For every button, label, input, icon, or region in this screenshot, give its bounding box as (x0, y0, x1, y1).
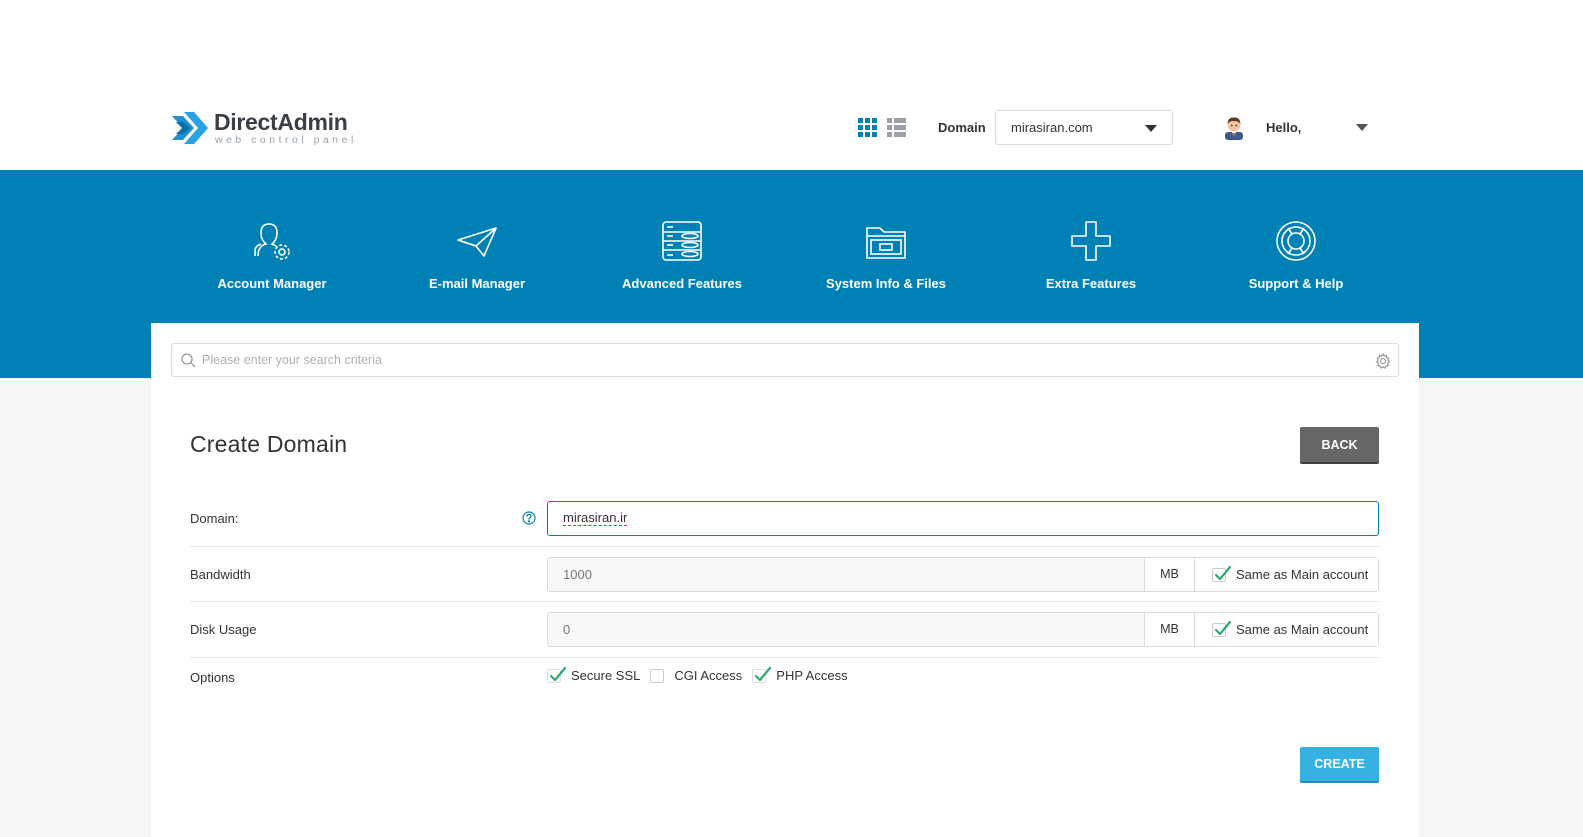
directadmin-logo[interactable]: DirectAdmin web control panel (170, 106, 357, 150)
cgi-access-checkbox[interactable]: CGI Access (650, 668, 742, 683)
nav-extra-features[interactable]: Extra Features (996, 218, 1186, 291)
nav-email-manager[interactable]: E-mail Manager (382, 218, 572, 291)
disk-usage-input-group: 0 MB Same as Main account (547, 612, 1379, 647)
back-button[interactable]: BACK (1300, 427, 1379, 462)
checkbox-label: Same as Main account (1236, 622, 1369, 637)
avatar (1225, 117, 1243, 140)
nav-account-manager[interactable]: Account Manager (177, 218, 367, 291)
list-view-icon[interactable] (887, 118, 906, 137)
user-greeting: Hello, (1266, 119, 1302, 135)
disk-usage-input[interactable]: 0 (548, 613, 1144, 646)
row-divider (190, 546, 1379, 547)
page-title: Create Domain (190, 431, 348, 457)
domain-selector-label: Domain (938, 120, 986, 135)
checkbox-unchecked-icon (650, 668, 665, 683)
nav-system-info-files[interactable]: System Info & Files (791, 218, 981, 291)
checkbox-label: Same as Main account (1236, 567, 1369, 582)
nav-label: E-mail Manager (428, 276, 526, 291)
top-header: DirectAdmin web control panel Domain mir… (0, 0, 1583, 170)
server-stack-icon (662, 221, 702, 261)
option-label: CGI Access (674, 668, 743, 683)
search-bar (171, 343, 1399, 377)
brand-tagline: web control panel (215, 134, 357, 146)
domain-field[interactable] (547, 501, 1379, 536)
disk-same-as-main-checkbox[interactable]: Same as Main account (1194, 613, 1378, 646)
account-manager-icon (254, 223, 290, 260)
checkbox-checked-icon (1212, 620, 1232, 637)
disk-usage-unit: MB (1144, 613, 1194, 646)
options-group: Secure SSL CGI Access PHP Access (547, 666, 858, 683)
paper-plane-icon (457, 227, 497, 257)
nav-label: Extra Features (1045, 276, 1137, 291)
domain-selector-value: mirasiran.com (1011, 120, 1093, 135)
help-icon[interactable] (522, 511, 536, 525)
disk-usage-label: Disk Usage (190, 622, 257, 637)
nav-advanced-features[interactable]: Advanced Features (587, 218, 777, 291)
nav-label: Support & Help (1248, 276, 1344, 291)
user-menu[interactable]: Hello, (1222, 114, 1301, 140)
row-divider (190, 601, 1379, 602)
view-toggle (858, 118, 906, 137)
php-access-checkbox[interactable]: PHP Access (752, 666, 848, 683)
domain-selector[interactable]: mirasiran.com (995, 110, 1173, 145)
content-panel: Create Domain BACK Domain: mirasiran.ir … (151, 323, 1419, 837)
nav-support-help[interactable]: Support & Help (1201, 218, 1391, 291)
bandwidth-label: Bandwidth (190, 567, 251, 582)
bandwidth-same-as-main-checkbox[interactable]: Same as Main account (1194, 558, 1378, 591)
create-button[interactable]: CREATE (1300, 747, 1379, 781)
plus-icon (1071, 221, 1111, 261)
gear-icon[interactable] (1375, 353, 1391, 369)
nav-label: Advanced Features (622, 276, 742, 291)
row-divider (190, 657, 1379, 658)
lifebuoy-icon (1276, 221, 1316, 261)
domain-field-label: Domain: (190, 511, 239, 526)
bandwidth-input[interactable]: 1000 (548, 558, 1144, 591)
option-label: Secure SSL (571, 668, 641, 683)
secure-ssl-checkbox[interactable]: Secure SSL (547, 666, 641, 683)
grid-view-icon[interactable] (858, 118, 877, 137)
folder-icon (866, 227, 906, 259)
nav-label: System Info & Files (826, 276, 946, 291)
nav-label: Account Manager (217, 276, 327, 291)
options-label: Options (190, 670, 235, 685)
checkbox-checked-icon (1212, 565, 1232, 582)
chevron-down-icon (1145, 125, 1157, 132)
option-label: PHP Access (776, 668, 848, 683)
checkbox-checked-icon (547, 666, 567, 683)
search-icon (181, 353, 196, 368)
domain-field-value: mirasiran.ir (563, 510, 628, 526)
logo-chevrons-icon (172, 112, 208, 144)
checkbox-checked-icon (752, 666, 772, 683)
user-menu-chevron-icon[interactable] (1356, 124, 1368, 131)
brand-name: DirectAdmin (214, 109, 348, 135)
search-input[interactable] (202, 344, 1362, 376)
bandwidth-unit: MB (1144, 558, 1194, 591)
bandwidth-input-group: 1000 MB Same as Main account (547, 557, 1379, 592)
